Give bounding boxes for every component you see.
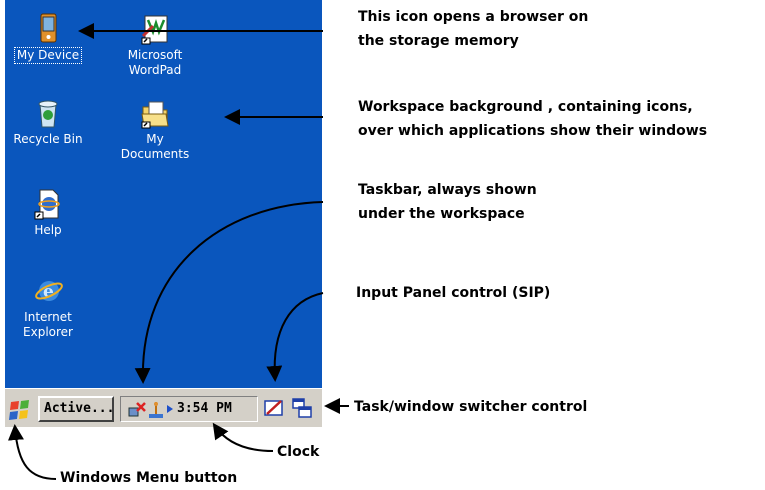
annotation-workspace-line1: Workspace background , containing icons, [358,99,693,115]
annotation-sip: Input Panel control (SIP) [356,285,551,301]
start-pointer-line [7,424,57,480]
annotation-clock: Clock [277,444,320,460]
annotation-taskbar-line1: Taskbar, always shown [358,182,537,198]
annotation-switcher: Task/window switcher control [354,399,588,415]
annotation-device-line1: This icon opens a browser on [358,9,589,25]
annotation-taskbar-line2: under the workspace [358,206,525,222]
annotation-workspace-line2: over which applications show their windo… [358,123,708,139]
clock-pointer-line [212,422,274,452]
sip-pointer-line [266,292,324,382]
taskbar-pointer-line [134,201,324,384]
annotation-start: Windows Menu button [60,470,238,486]
annotation-device-line2: the storage memory [358,33,519,49]
